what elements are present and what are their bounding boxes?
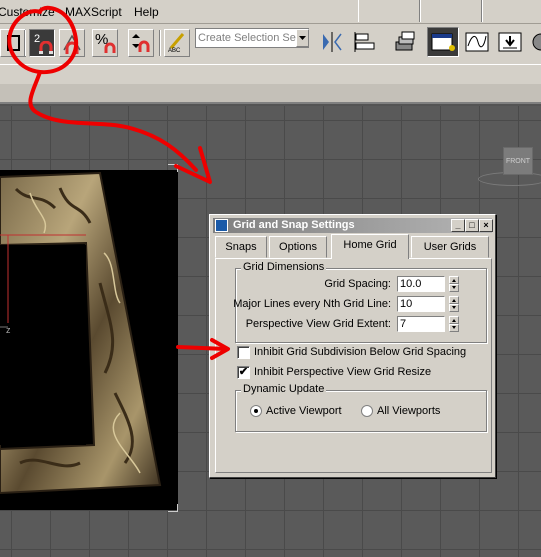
annotation-line [28,70,198,172]
red-annotation-overlay [7,5,230,360]
annotation-circle [7,5,79,75]
tab-home-grid[interactable]: Home Grid [331,234,409,259]
annotation-arrow [176,345,228,351]
